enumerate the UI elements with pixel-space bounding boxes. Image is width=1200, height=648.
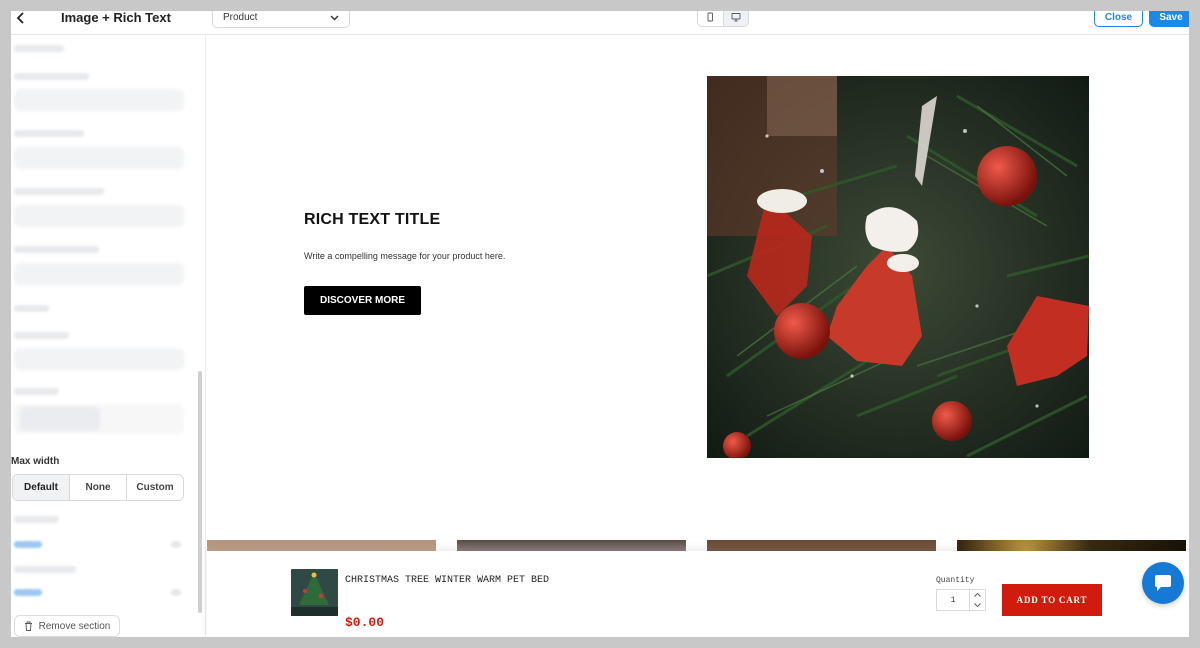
- max-width-option-custom[interactable]: Custom: [126, 475, 183, 500]
- christmas-tree-image: [707, 76, 1089, 458]
- rich-text-description: Write a compelling message for your prod…: [304, 251, 506, 261]
- blurred-field[interactable]: [14, 147, 184, 169]
- blurred-segmented[interactable]: [14, 404, 184, 434]
- device-toggle: [697, 11, 749, 27]
- mobile-icon: [707, 12, 714, 22]
- discover-more-button[interactable]: DISCOVER MORE: [304, 286, 421, 315]
- product-price: $0.00: [345, 615, 385, 630]
- blurred-field[interactable]: [14, 348, 184, 370]
- blurred-label: [14, 388, 59, 395]
- blurred-label: [14, 130, 84, 137]
- blurred-field[interactable]: [14, 263, 184, 285]
- remove-section-button[interactable]: Remove section: [14, 615, 120, 637]
- blurred-dot: [171, 541, 181, 548]
- quantity-input[interactable]: 1: [936, 589, 970, 611]
- chevron-down-icon: [330, 15, 339, 20]
- preview-canvas: RICH TEXT TITLE Write a compelling messa…: [207, 35, 1189, 637]
- quantity-stepper: [970, 589, 986, 611]
- remove-section-label: Remove section: [38, 620, 111, 632]
- mobile-view-button[interactable]: [698, 11, 723, 26]
- max-width-option-none[interactable]: None: [69, 475, 126, 500]
- add-to-cart-button[interactable]: ADD TO CART: [1002, 584, 1102, 616]
- section-editor-title: Image + Rich Text: [61, 11, 171, 25]
- rich-text-title: RICH TEXT TITLE: [304, 211, 441, 228]
- close-button[interactable]: Close: [1094, 11, 1143, 27]
- max-width-option-default[interactable]: Default: [13, 475, 69, 500]
- template-select[interactable]: Product: [212, 11, 350, 28]
- chevron-down-icon[interactable]: [970, 600, 985, 610]
- blurred-label: [14, 246, 99, 253]
- blurred-label: [14, 305, 49, 312]
- sidebar-scrollbar[interactable]: [198, 371, 202, 613]
- product-thumbnail: [291, 569, 338, 616]
- blurred-label: [14, 45, 64, 52]
- editor-topbar: Image + Rich Text Product Close Save: [11, 11, 1189, 35]
- save-button[interactable]: Save: [1149, 11, 1189, 27]
- blurred-label: [14, 516, 59, 523]
- chevron-up-icon[interactable]: [970, 590, 985, 600]
- quantity-label: Quantity: [936, 576, 975, 585]
- blurred-field[interactable]: [14, 89, 184, 111]
- product-name: CHRISTMAS TREE WINTER WARM PET BED: [345, 575, 550, 586]
- blurred-label: [14, 188, 104, 195]
- blurred-label: [14, 73, 89, 80]
- trash-icon: [24, 621, 32, 631]
- max-width-label: Max width: [11, 456, 60, 467]
- blurred-label: [14, 332, 69, 339]
- blurred-toggle[interactable]: [14, 589, 42, 596]
- blurred-toggle[interactable]: [14, 541, 42, 548]
- chat-widget-button[interactable]: [1142, 562, 1184, 604]
- template-select-value: Product: [223, 12, 258, 23]
- blurred-label: [14, 566, 76, 573]
- blurred-field[interactable]: [14, 205, 184, 227]
- settings-sidebar: Max width Default None Custom Remove sec…: [11, 35, 206, 637]
- max-width-segmented: Default None Custom: [12, 474, 184, 501]
- desktop-icon: [731, 13, 741, 22]
- sticky-add-to-cart-bar: CHRISTMAS TREE WINTER WARM PET BED $0.00…: [207, 551, 1189, 637]
- chat-icon: [1155, 575, 1171, 591]
- blurred-dot: [171, 589, 181, 596]
- desktop-view-button[interactable]: [722, 11, 748, 26]
- editor-window: Image + Rich Text Product Close Save Max…: [11, 11, 1189, 637]
- back-arrow-icon[interactable]: [13, 11, 27, 25]
